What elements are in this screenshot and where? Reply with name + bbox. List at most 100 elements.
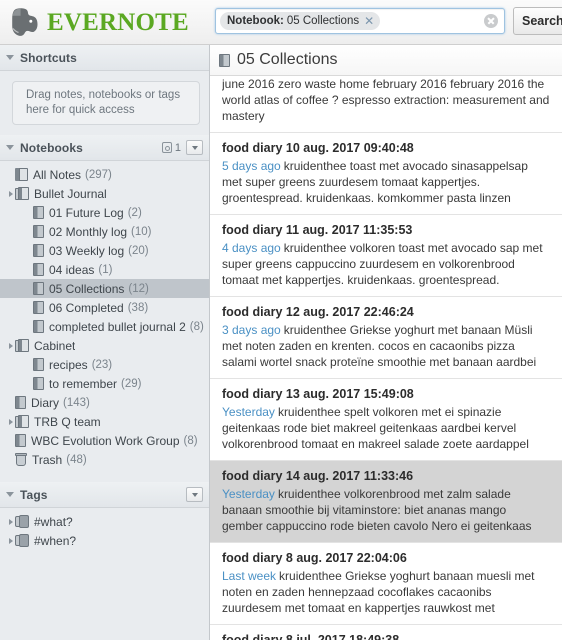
notebook-item-04-ideas[interactable]: 04 ideas (1) xyxy=(0,260,209,279)
brand-name: EVERNOTE xyxy=(47,8,189,36)
note-list-title: 05 Collections xyxy=(237,51,338,68)
note-date: Last week xyxy=(222,569,277,583)
notebook-item-01-future-log[interactable]: 01 Future Log (2) xyxy=(0,203,209,222)
tag-item-what[interactable]: #what? xyxy=(0,512,209,531)
notebooks-title: Notebooks xyxy=(20,140,83,155)
expand-chevron-icon[interactable] xyxy=(6,537,15,544)
item-label: 02 Monthly log xyxy=(49,224,128,239)
note-list-item[interactable]: food diary 10 aug. 2017 09:40:48 5 days a… xyxy=(210,133,562,215)
search-input[interactable] xyxy=(380,8,484,34)
note-list-item[interactable]: food diary 11 aug. 2017 11:35:53 4 days a… xyxy=(210,215,562,297)
tag-item-when[interactable]: #when? xyxy=(0,531,209,550)
shortcuts-section-header[interactable]: Shortcuts xyxy=(0,45,209,71)
notebook-icon xyxy=(33,225,44,238)
reminder-badge: 1 xyxy=(161,141,181,154)
evernote-elephant-logo-icon xyxy=(10,6,40,38)
clear-search-icon[interactable] xyxy=(484,14,498,28)
item-count: (143) xyxy=(63,396,90,409)
note-list-item[interactable]: june 2016 zero waste home february 2016 … xyxy=(210,76,562,133)
notebook-item-diary[interactable]: Diary (143) xyxy=(0,393,209,412)
shortcuts-hint-line1: Drag notes, notebooks or tags xyxy=(26,89,181,101)
tags-title: Tags xyxy=(20,487,48,502)
search-bar[interactable]: Notebook: 05 Collections ✕ xyxy=(215,8,505,34)
notebook-item-05-collections[interactable]: 05 Collections (12) xyxy=(0,279,209,298)
notebook-icon xyxy=(33,263,44,276)
tag-list: #what? #when? xyxy=(0,508,209,550)
item-label: WBC Evolution Work Group xyxy=(31,433,180,448)
notebook-item-all-notes[interactable]: All Notes (297) xyxy=(0,165,209,184)
expand-chevron-icon[interactable] xyxy=(6,418,15,425)
note-list-item[interactable]: food diary 14 aug. 2017 11:33:46 Yesterda… xyxy=(210,461,562,543)
item-count: (38) xyxy=(127,301,149,314)
item-label: 05 Collections xyxy=(49,281,125,296)
chevron-down-icon xyxy=(191,145,198,150)
expand-chevron-icon[interactable] xyxy=(6,190,15,197)
item-label: 06 Completed xyxy=(49,300,124,315)
tag-icon xyxy=(15,515,29,528)
item-label: Diary xyxy=(31,395,60,410)
tags-section-header[interactable]: Tags xyxy=(0,482,209,508)
sidebar: Shortcuts Drag notes, notebooks or tags … xyxy=(0,45,210,640)
item-label: to remember xyxy=(49,376,118,391)
sidebar-divider xyxy=(0,469,209,482)
notebook-item-06-completed[interactable]: 06 Completed (38) xyxy=(0,298,209,317)
note-title: food diary 14 aug. 2017 11:33:46 xyxy=(222,469,414,483)
note-title: food diary 8 jul. 2017 18:49:38 xyxy=(222,633,400,640)
chevron-down-icon xyxy=(191,492,198,497)
note-list-item[interactable]: food diary 8 jul. 2017 18:49:3809/07/17f… xyxy=(210,625,562,640)
chip-prefix: Notebook: xyxy=(227,15,284,27)
note-list-item[interactable]: food diary 8 aug. 2017 22:04:06 Last week… xyxy=(210,543,562,625)
chevron-down-icon[interactable] xyxy=(6,55,14,60)
note-title: food diary 11 aug. 2017 11:35:53 xyxy=(222,223,413,237)
tags-options-button[interactable] xyxy=(186,487,203,502)
item-label: recipes xyxy=(49,357,88,372)
chip-value: 05 Collections xyxy=(286,15,360,27)
expand-chevron-icon[interactable] xyxy=(6,518,15,525)
notebooks-section-header[interactable]: Notebooks 1 xyxy=(0,135,209,161)
note-date: 5 days ago xyxy=(222,159,281,173)
notebook-item-recipes[interactable]: recipes (23) xyxy=(0,355,209,374)
item-count: (12) xyxy=(128,282,149,295)
notebook-item-to-remember[interactable]: to remember (29) xyxy=(0,374,209,393)
note-snippet: 4 days ago kruidenthee volkoren toast met… xyxy=(222,241,543,287)
notebook-item-completed-bullet-journal-2[interactable]: completed bullet journal 2 (8) xyxy=(0,317,209,336)
search-filter-chip[interactable]: Notebook: 05 Collections ✕ xyxy=(220,12,381,30)
shortcuts-title: Shortcuts xyxy=(20,50,77,65)
notebook-item-trb-q-team[interactable]: TRB Q team xyxy=(0,412,209,431)
note-date: Yesterday xyxy=(222,405,275,419)
notebook-icon xyxy=(33,282,44,295)
notebooks-options-button[interactable] xyxy=(186,140,203,155)
item-label: Trash xyxy=(32,452,63,467)
reminder-count: 1 xyxy=(174,141,181,154)
item-label: All Notes xyxy=(33,167,82,182)
item-label: completed bullet journal 2 xyxy=(49,319,186,334)
note-list-item[interactable]: food diary 13 aug. 2017 15:49:08 Yesterda… xyxy=(210,379,562,461)
chevron-down-icon[interactable] xyxy=(6,492,14,497)
note-list-item[interactable]: food diary 12 aug. 2017 22:46:24 3 days a… xyxy=(210,297,562,379)
item-count: (2) xyxy=(127,206,142,219)
chip-remove-icon[interactable]: ✕ xyxy=(364,15,374,27)
trash-icon xyxy=(15,453,27,466)
notebook-icon xyxy=(33,244,44,257)
notebook-icon xyxy=(15,396,26,409)
top-bar: EVERNOTE Notebook: 05 Collections ✕ Sear… xyxy=(0,0,562,45)
notebook-item-wbc-evolution-work-group[interactable]: WBC Evolution Work Group (8) xyxy=(0,431,209,450)
shortcuts-dropzone[interactable]: Drag notes, notebooks or tags here for q… xyxy=(12,81,200,125)
search-button[interactable]: Search xyxy=(513,7,562,35)
note-snippet: Yesterday kruidenthee volkorenbrood met z… xyxy=(222,487,532,533)
expand-chevron-icon[interactable] xyxy=(6,342,15,349)
notebook-item-02-monthly-log[interactable]: 02 Monthly log (10) xyxy=(0,222,209,241)
notebook-item-trash[interactable]: Trash (48) xyxy=(0,450,209,469)
item-count: (48) xyxy=(66,453,87,466)
item-label: Cabinet xyxy=(34,338,76,353)
notebook-item-cabinet[interactable]: Cabinet xyxy=(0,336,209,355)
notebook-icon xyxy=(219,53,230,67)
note-title: food diary 12 aug. 2017 22:46:24 xyxy=(222,305,414,319)
notebook-icon xyxy=(33,358,44,371)
notebook-item-03-weekly-log[interactable]: 03 Weekly log (20) xyxy=(0,241,209,260)
note-snippet: Yesterday kruidenthee spelt volkoren met … xyxy=(222,405,529,451)
note-list-scroll-area[interactable]: june 2016 zero waste home february 2016 … xyxy=(210,76,562,640)
main-body: Shortcuts Drag notes, notebooks or tags … xyxy=(0,45,562,640)
notebook-item-bullet-journal[interactable]: Bullet Journal xyxy=(0,184,209,203)
chevron-down-icon[interactable] xyxy=(6,145,14,150)
